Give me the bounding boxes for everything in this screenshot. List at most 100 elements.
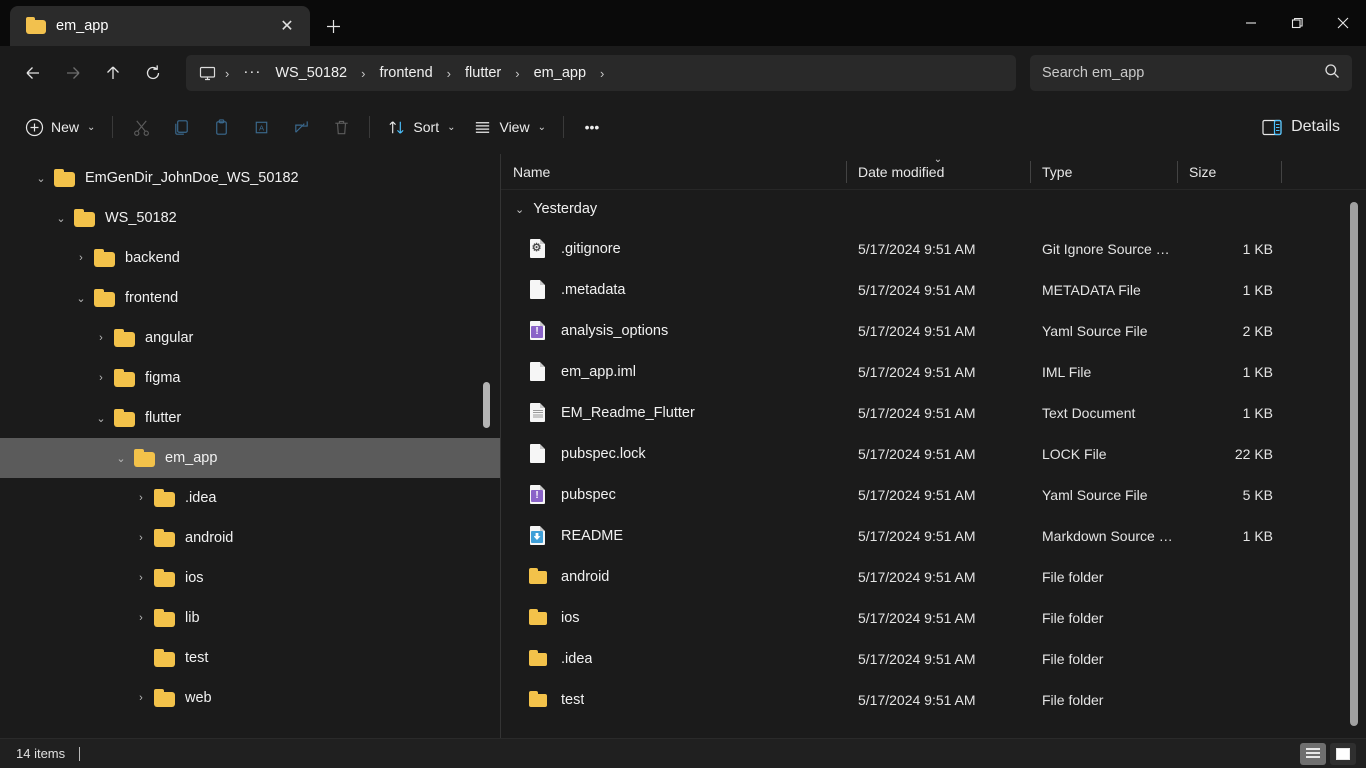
refresh-button[interactable] <box>134 56 172 90</box>
folder-icon <box>134 449 156 467</box>
item-count-label: 14 items <box>16 746 65 761</box>
forward-arrow-icon <box>64 64 82 82</box>
minimize-button[interactable] <box>1228 0 1274 46</box>
view-icon <box>473 118 492 137</box>
file-row[interactable]: EM_Readme_Flutter5/17/2024 9:51 AMText D… <box>501 392 1366 433</box>
folder-icon <box>154 649 176 667</box>
new-button[interactable]: New ⌄ <box>16 110 104 144</box>
delete-button[interactable] <box>321 110 361 144</box>
view-button[interactable]: View ⌄ <box>464 110 554 144</box>
file-list: ⌄ Yesterday ⚙.gitignore5/17/2024 9:51 AM… <box>501 190 1366 738</box>
breadcrumb-separator[interactable]: › <box>440 66 458 81</box>
breadcrumb-separator[interactable]: › <box>218 66 236 81</box>
tab-em-app[interactable]: em_app ✕ <box>10 6 310 46</box>
tree-item-ws-50182[interactable]: ⌄WS_50182 <box>0 198 500 238</box>
breadcrumb-separator[interactable]: › <box>354 66 372 81</box>
navigation-bar: › ··· WS_50182 › frontend › flutter › em… <box>0 46 1366 100</box>
chevron-right-icon[interactable]: › <box>128 678 154 718</box>
maximize-button[interactable] <box>1274 0 1320 46</box>
chevron-right-icon[interactable]: › <box>128 598 154 638</box>
back-button[interactable] <box>14 56 52 90</box>
chevron-right-icon[interactable]: › <box>128 558 154 598</box>
paste-button[interactable] <box>201 110 241 144</box>
tree-item-angular[interactable]: ›angular <box>0 318 500 358</box>
rename-button[interactable]: A <box>241 110 281 144</box>
search-icon[interactable] <box>1324 63 1340 84</box>
file-row[interactable]: em_app.iml5/17/2024 9:51 AMIML File1 KB <box>501 351 1366 392</box>
tree-item-web[interactable]: ›web <box>0 678 500 718</box>
tree-item-backend[interactable]: ›backend <box>0 238 500 278</box>
tree-item-frontend[interactable]: ⌄frontend <box>0 278 500 318</box>
details-view-button[interactable] <box>1300 743 1326 765</box>
chevron-right-icon[interactable]: › <box>128 478 154 518</box>
column-header-date-modified[interactable]: ⌄ Date modified <box>846 154 1030 190</box>
breadcrumb-separator[interactable]: › <box>593 66 611 81</box>
breadcrumb-overflow[interactable]: ··· <box>236 63 268 84</box>
breadcrumb-item-1[interactable]: frontend <box>372 61 439 85</box>
this-pc-icon[interactable] <box>196 65 218 82</box>
tree-item-flutter[interactable]: ⌄flutter <box>0 398 500 438</box>
file-row[interactable]: !analysis_options5/17/2024 9:51 AMYaml S… <box>501 310 1366 351</box>
close-tab-icon[interactable]: ✕ <box>272 11 302 41</box>
more-options-button[interactable]: ••• <box>572 110 612 144</box>
breadcrumb-item-0[interactable]: WS_50182 <box>268 61 354 85</box>
file-row[interactable]: pubspec.lock5/17/2024 9:51 AMLOCK File22… <box>501 433 1366 474</box>
tree-item-ios[interactable]: ›ios <box>0 558 500 598</box>
sort-button[interactable]: Sort ⌄ <box>378 110 464 144</box>
navigation-pane-scrollbar[interactable] <box>483 382 490 428</box>
chevron-right-icon[interactable]: › <box>68 238 94 278</box>
chevron-down-icon[interactable]: ⌄ <box>108 438 134 478</box>
file-size-cell: 2 KB <box>1189 323 1273 339</box>
file-row[interactable]: .idea5/17/2024 9:51 AMFile folder <box>501 638 1366 679</box>
address-bar[interactable]: › ··· WS_50182 › frontend › flutter › em… <box>186 55 1016 91</box>
file-row[interactable]: !pubspec5/17/2024 9:51 AMYaml Source Fil… <box>501 474 1366 515</box>
file-date-cell: 5/17/2024 9:51 AM <box>858 528 1042 544</box>
breadcrumb-item-2[interactable]: flutter <box>458 61 508 85</box>
file-row[interactable]: test5/17/2024 9:51 AMFile folder <box>501 679 1366 720</box>
group-header-yesterday[interactable]: ⌄ Yesterday <box>501 190 1366 228</box>
file-date-cell: 5/17/2024 9:51 AM <box>858 241 1042 257</box>
file-row[interactable]: ⚙.gitignore5/17/2024 9:51 AMGit Ignore S… <box>501 228 1366 269</box>
column-header-size[interactable]: Size <box>1177 154 1281 190</box>
file-row[interactable]: README5/17/2024 9:51 AMMarkdown Source …… <box>501 515 1366 556</box>
file-name-label: test <box>561 692 584 708</box>
breadcrumb-item-3[interactable]: em_app <box>527 61 593 85</box>
copy-button[interactable] <box>161 110 201 144</box>
new-tab-button[interactable] <box>318 11 348 41</box>
file-row[interactable]: ios5/17/2024 9:51 AMFile folder <box>501 597 1366 638</box>
tree-item-figma[interactable]: ›figma <box>0 358 500 398</box>
up-button[interactable] <box>94 56 132 90</box>
chevron-down-icon[interactable]: ⌄ <box>48 198 74 238</box>
column-header-type[interactable]: Type <box>1030 154 1177 190</box>
chevron-right-icon[interactable]: › <box>88 358 114 398</box>
forward-button[interactable] <box>54 56 92 90</box>
search-input[interactable]: Search em_app <box>1030 55 1352 91</box>
chevron-down-icon[interactable]: ⌄ <box>68 278 94 318</box>
file-row[interactable]: android5/17/2024 9:51 AMFile folder <box>501 556 1366 597</box>
details-pane-button[interactable]: Details <box>1252 110 1350 144</box>
chevron-right-icon[interactable]: › <box>88 318 114 358</box>
tree-item-em-app[interactable]: ⌄ em_app <box>0 438 500 478</box>
tree-item-test[interactable]: test <box>0 638 500 678</box>
tree-item-android[interactable]: ›android <box>0 518 500 558</box>
column-header-name[interactable]: Name <box>501 154 846 190</box>
chevron-placeholder <box>128 638 154 678</box>
tree-item-emgendir-johndoe-ws-50182[interactable]: ⌄EmGenDir_JohnDoe_WS_50182 <box>0 158 500 198</box>
chevron-right-icon[interactable]: › <box>128 518 154 558</box>
file-name-cell: ios <box>529 609 858 626</box>
tree-item-label: em_app <box>165 450 217 466</box>
chevron-down-icon[interactable]: ⌄ <box>88 398 114 438</box>
tree-item-lib[interactable]: ›lib <box>0 598 500 638</box>
tree-item-idea[interactable]: ›.idea <box>0 478 500 518</box>
file-list-scrollbar[interactable] <box>1350 202 1358 726</box>
close-window-button[interactable] <box>1320 0 1366 46</box>
share-button[interactable] <box>281 110 321 144</box>
large-icons-view-button[interactable] <box>1330 743 1356 765</box>
chevron-down-icon[interactable]: ⌄ <box>28 158 54 198</box>
title-bar: em_app ✕ <box>0 0 1366 46</box>
file-row[interactable]: .metadata5/17/2024 9:51 AMMETADATA File1… <box>501 269 1366 310</box>
cut-button[interactable] <box>121 110 161 144</box>
file-type-cell: File folder <box>1042 692 1189 708</box>
minimize-icon <box>1245 17 1257 29</box>
breadcrumb-separator[interactable]: › <box>508 66 526 81</box>
